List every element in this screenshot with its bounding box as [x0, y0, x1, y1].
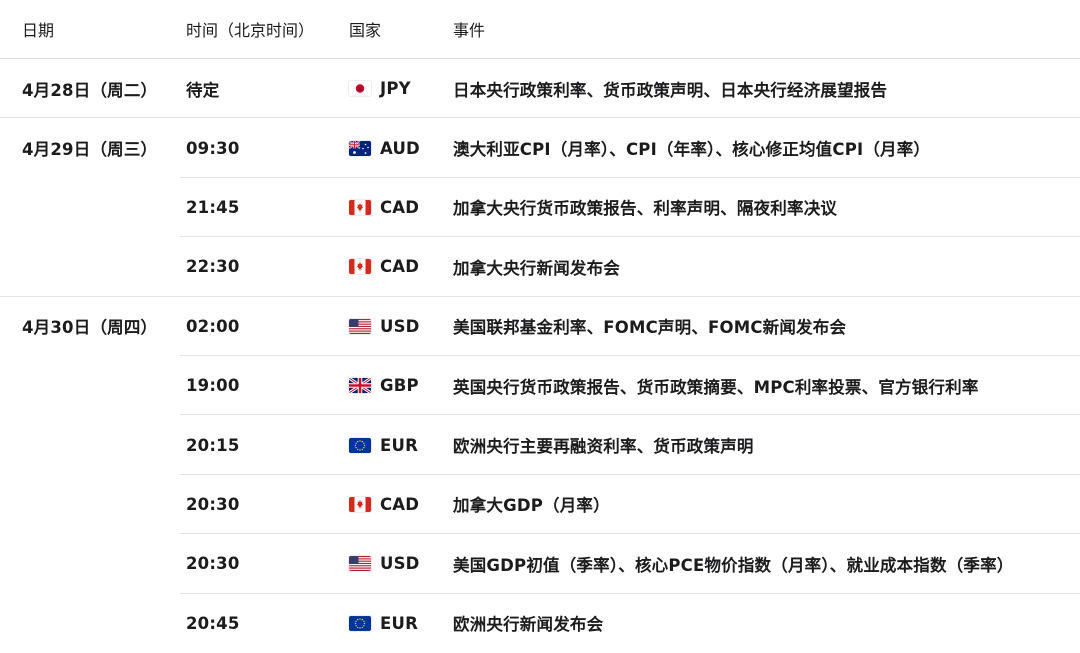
table-row: 20:45 EUR 欧洲央行新闻发布会	[0, 594, 1080, 653]
row-time: 21:45	[186, 197, 240, 217]
eu-flag-icon	[349, 615, 371, 631]
row-event: 欧洲央行主要再融资利率、货币政策声明	[453, 437, 754, 457]
row-date: 4月30日（周四）	[22, 318, 158, 338]
row-event: 美国联邦基金利率、FOMC声明、FOMC新闻发布会	[453, 318, 847, 338]
row-time: 19:00	[186, 376, 240, 396]
table-row: 4月30日（周四） 02:00 USD 美国联邦基金利率、FOMC声明、FOMC新闻…	[0, 297, 1080, 356]
row-event: 加拿大GDP（月率）	[453, 496, 610, 516]
row-time: 22:30	[186, 257, 240, 277]
row-time: 待定	[186, 80, 220, 100]
row-time: 20:30	[186, 554, 240, 574]
row-event: 澳大利亚CPI（月率）、CPI（年率）、核心修正均值CPI（月率）	[453, 140, 931, 160]
row-date: 4月29日（周三）	[22, 140, 158, 160]
row-time: 02:00	[186, 316, 240, 336]
row-currency: AUD	[349, 118, 420, 177]
row-currency: CAD	[349, 178, 419, 237]
gb-flag-icon	[349, 378, 371, 394]
currency-code: CAD	[380, 257, 420, 277]
table-row: 4月29日（周三） 09:30 AUD 澳大利亚CPI（月率）、CPI（年率）、核心…	[0, 118, 1080, 178]
currency-code: EUR	[380, 613, 418, 633]
row-currency: USD	[349, 534, 420, 593]
header-event: 事件	[453, 21, 486, 40]
row-currency: USD	[349, 297, 420, 356]
currency-code: CAD	[380, 494, 420, 514]
table-row: 4月28日（周二） 待定 JPY 日本央行政策利率、货币政策声明、日本央行经济展望报…	[0, 59, 1080, 119]
jp-flag-icon	[349, 81, 371, 97]
currency-code: USD	[380, 554, 420, 574]
table-row: 19:00 GBP 英国央行货币政策报告、货币政策摘要、MPC利率投票、官方银行利…	[0, 356, 1080, 416]
au-flag-icon	[349, 140, 371, 156]
table-body: 4月28日（周二） 待定 JPY 日本央行政策利率、货币政策声明、日本央行经济展望报…	[0, 59, 1080, 653]
row-event: 英国央行货币政策报告、货币政策摘要、MPC利率投票、官方银行利率	[453, 377, 979, 397]
row-time: 09:30	[186, 138, 240, 158]
row-currency: GBP	[349, 356, 419, 415]
row-time: 20:45	[186, 613, 240, 633]
table-row: 21:45 CAD 加拿大央行货币政策报告、利率声明、隔夜利率决议	[0, 178, 1080, 238]
currency-code: GBP	[380, 376, 419, 396]
currency-code: EUR	[380, 435, 418, 455]
table-row: 22:30 CAD 加拿大央行新闻发布会	[0, 237, 1080, 297]
row-currency: CAD	[349, 475, 419, 534]
currency-code: AUD	[380, 138, 420, 158]
ca-flag-icon	[349, 496, 371, 512]
row-currency: CAD	[349, 237, 419, 296]
calendar-table: 日期 时间（北京时间） 国家 事件 4月28日（周二） 待定 JPY 日本央行政策利…	[0, 0, 1080, 653]
row-currency: EUR	[349, 415, 418, 474]
currency-code: CAD	[380, 197, 420, 217]
header-time: 时间（北京时间）	[186, 21, 315, 40]
row-currency: JPY	[349, 59, 411, 118]
row-event: 欧洲央行新闻发布会	[453, 615, 604, 635]
currency-code: JPY	[380, 79, 411, 99]
table-row: 20:30 CAD 加拿大GDP（月率）	[0, 475, 1080, 535]
table-header: 日期 时间（北京时间） 国家 事件	[0, 0, 1080, 59]
table-row: 20:15 EUR 欧洲央行主要再融资利率、货币政策声明	[0, 415, 1080, 475]
eu-flag-icon	[349, 437, 371, 453]
row-event: 美国GDP初值（季率）、核心PCE物价指数（月率）、就业成本指数（季率）	[453, 555, 1014, 575]
row-event: 加拿大央行新闻发布会	[453, 258, 620, 278]
row-currency: EUR	[349, 594, 418, 653]
header-date: 日期	[22, 21, 55, 40]
table-row: 20:30 USD 美国GDP初值（季率）、核心PCE物价指数（月率）、就业成本指…	[0, 534, 1080, 594]
row-event: 日本央行政策利率、货币政策声明、日本央行经济展望报告	[453, 80, 888, 100]
row-event: 加拿大央行货币政策报告、利率声明、隔夜利率决议	[453, 199, 838, 219]
row-time: 20:15	[186, 435, 240, 455]
currency-code: USD	[380, 316, 420, 336]
ca-flag-icon	[349, 199, 371, 215]
ca-flag-icon	[349, 259, 371, 275]
row-date: 4月28日（周二）	[22, 80, 158, 100]
us-flag-icon	[349, 318, 371, 334]
row-time: 20:30	[186, 494, 240, 514]
header-country: 国家	[349, 21, 382, 40]
us-flag-icon	[349, 556, 371, 572]
